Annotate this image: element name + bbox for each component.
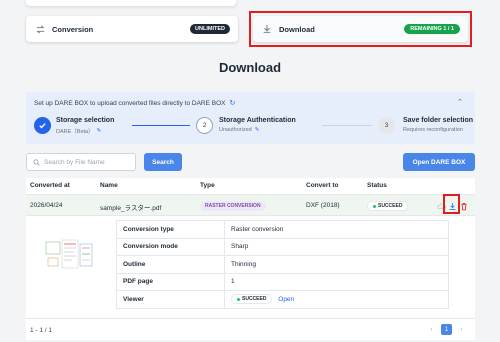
step-1-subtitle: DARE（Beta） <box>56 129 94 135</box>
table-row[interactable]: 2026/04/24 sample_ラスター.pdf RASTER CONVER… <box>26 194 475 216</box>
dare-box-setup-panel: Set up DARE BOX to upload converted file… <box>26 92 475 144</box>
step-connector <box>132 125 190 126</box>
detail-row: Outline Thinning <box>116 255 449 274</box>
status-badge: SUCCEED <box>367 201 409 211</box>
step-3-number: 3 <box>378 117 395 134</box>
cell-name: sample_ラスター.pdf <box>100 205 162 212</box>
detail-value: Raster conversion <box>224 220 449 239</box>
refresh-icon[interactable]: ↻ <box>229 99 235 107</box>
step-1-check-icon <box>34 117 51 134</box>
conversion-icon <box>34 23 46 35</box>
detail-value: 1 <box>224 272 449 291</box>
status-dot-icon <box>373 204 376 208</box>
tab-conversion[interactable]: Conversion UNLIMITED <box>26 16 238 42</box>
edit-icon[interactable]: ✎ <box>97 128 102 134</box>
highlight-frame-download-button <box>443 194 460 214</box>
type-badge: RASTER CONVERSION <box>200 201 266 211</box>
pagination-next[interactable]: › <box>456 324 467 335</box>
status-dot-icon <box>237 297 240 301</box>
search-input[interactable] <box>44 158 134 166</box>
edit-icon[interactable]: ✎ <box>255 127 260 133</box>
previous-panel-edge <box>26 0 236 6</box>
detail-row: Conversion type Raster conversion <box>116 220 449 239</box>
column-header-name[interactable]: Name <box>100 182 118 189</box>
highlight-frame-download-tab <box>249 11 472 47</box>
table-footer: 1 - 1 / 1 ‹ 1 › <box>26 318 475 340</box>
column-header-type[interactable]: Type <box>200 182 215 189</box>
search-box <box>26 153 136 171</box>
step-2-number: 2 <box>196 117 213 134</box>
open-dare-box-button[interactable]: Open DARE BOX <box>403 153 475 171</box>
page-title: Download <box>218 60 282 75</box>
result-count: 1 - 1 / 1 <box>30 327 53 334</box>
step-2-title: Storage Authentication <box>219 117 296 124</box>
viewer-open-link[interactable]: Open <box>278 296 294 303</box>
tab-conversion-label: Conversion <box>52 24 94 34</box>
unlimited-badge: UNLIMITED <box>190 24 230 34</box>
detail-row: Viewer SUCCEED Open <box>116 290 449 309</box>
step-3-subtitle: Requires reconfiguration <box>403 127 463 133</box>
detail-key: PDF page <box>116 272 225 291</box>
conversion-details-panel: Conversion type Raster conversion Conver… <box>26 216 475 312</box>
detail-row: PDF page 1 <box>116 272 449 291</box>
search-button[interactable]: Search <box>144 153 182 171</box>
search-icon <box>33 153 40 171</box>
conversion-history-table: Converted at Name Type Convert to Status… <box>26 178 475 340</box>
detail-key: Viewer <box>116 290 225 309</box>
chevron-up-icon[interactable]: ⌃ <box>457 98 463 106</box>
cell-convert-to: DXF (2018) <box>306 202 340 209</box>
step-3-title: Save folder selection <box>403 117 474 124</box>
details-table: Conversion type Raster conversion Conver… <box>116 220 449 309</box>
step-connector <box>322 125 372 126</box>
detail-key: Conversion type <box>116 220 225 239</box>
cell-converted-at: 2026/04/24 <box>30 202 63 209</box>
column-header-convert-to[interactable]: Convert to <box>306 182 339 189</box>
step-2-subtitle: Unauthorized <box>219 127 252 133</box>
step-1-title: Storage selection <box>56 117 115 124</box>
detail-row: Conversion mode Sharp <box>116 237 449 256</box>
pagination-prev[interactable]: ‹ <box>426 324 437 335</box>
detail-value: Thinning <box>224 255 449 274</box>
pagination-page-1[interactable]: 1 <box>441 324 452 335</box>
column-header-status[interactable]: Status <box>367 182 387 189</box>
column-header-converted-at[interactable]: Converted at <box>30 182 70 189</box>
viewer-status-badge: SUCCEED <box>231 294 273 305</box>
detail-key: Outline <box>116 255 225 274</box>
detail-key: Conversion mode <box>116 237 225 256</box>
setup-text: Set up DARE BOX to upload converted file… <box>34 99 226 107</box>
detail-value: SUCCEED Open <box>224 290 449 309</box>
file-thumbnail[interactable] <box>44 236 94 274</box>
detail-value: Sharp <box>224 237 449 256</box>
